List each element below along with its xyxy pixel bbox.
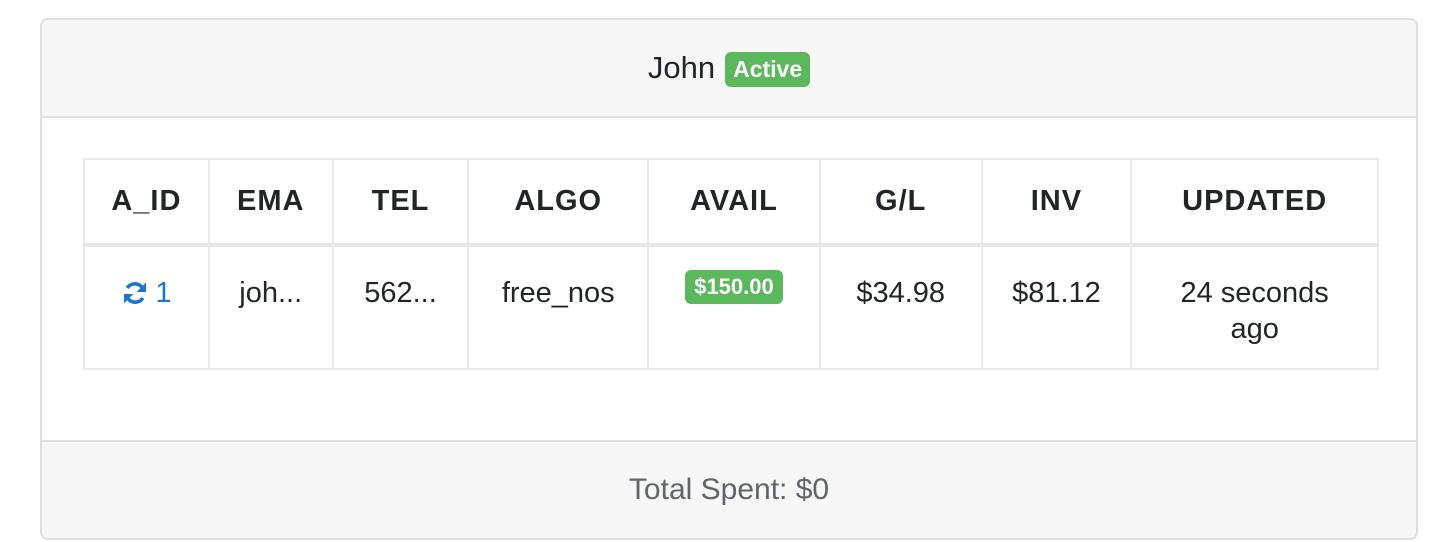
table-row: 1 joh... 562... free_nos $150.00 $34.98 … xyxy=(83,244,1379,370)
cell-tel: 562... xyxy=(331,244,470,370)
column-header-updated: UPDATED xyxy=(1130,158,1379,247)
cell-algo: free_nos xyxy=(467,244,650,370)
column-header-tel: TEL xyxy=(331,158,470,247)
column-header-gl: G/L xyxy=(818,158,983,247)
card-header: John Active xyxy=(42,20,1416,118)
card-body: A_ID EMA TEL ALGO AVAIL G/L INV UPDATED xyxy=(42,118,1416,442)
column-header-algo: ALGO xyxy=(467,158,650,247)
column-header-avail: AVAIL xyxy=(647,158,821,247)
table-header-row: A_ID EMA TEL ALGO AVAIL G/L INV UPDATED xyxy=(83,158,1379,247)
user-name: John xyxy=(647,50,716,85)
column-header-inv: INV xyxy=(980,158,1133,247)
refresh-icon[interactable] xyxy=(121,279,149,307)
status-badge: Active xyxy=(725,51,811,87)
avail-badge: $150.00 xyxy=(685,270,783,304)
cell-avail: $150.00 xyxy=(647,244,821,370)
account-id-link[interactable]: 1 xyxy=(121,275,171,311)
cell-gl: $34.98 xyxy=(818,244,983,370)
card-footer: Total Spent: $0 xyxy=(42,440,1416,538)
column-header-a-id: A_ID xyxy=(83,158,210,247)
accounts-table: A_ID EMA TEL ALGO AVAIL G/L INV UPDATED xyxy=(83,158,1379,370)
cell-updated: 24 seconds ago xyxy=(1130,244,1379,370)
column-header-ema: EMA xyxy=(207,158,334,247)
account-id-value[interactable]: 1 xyxy=(155,275,171,311)
total-spent: Total Spent: $0 xyxy=(628,473,830,506)
cell-ema: joh... xyxy=(207,244,334,370)
cell-a-id: 1 xyxy=(83,244,210,370)
cell-inv: $81.12 xyxy=(980,244,1133,370)
account-card: John Active A_ID EMA TEL ALGO AVAIL G/L … xyxy=(40,18,1418,540)
